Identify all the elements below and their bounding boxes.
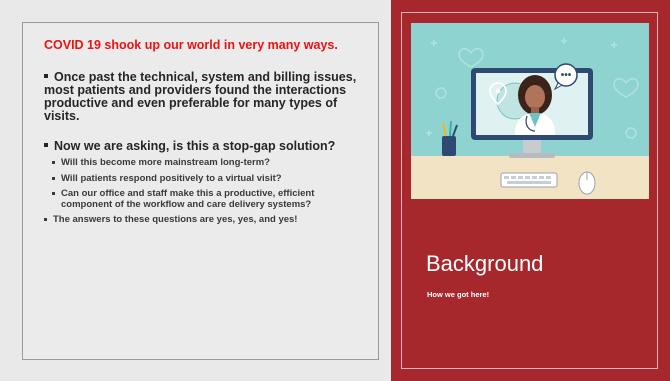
answer-text: The answers to these questions are yes, … <box>53 214 298 225</box>
sub-question-text: Will this become more mainstream long-te… <box>61 157 270 168</box>
section-subtitle: How we got here! <box>427 290 490 299</box>
mouse-icon <box>578 171 596 195</box>
sub-question-item: Will patients respond positively to a vi… <box>52 172 362 185</box>
section-header-panel: ••• Background How we got here! <box>391 0 670 381</box>
monitor-base <box>509 153 555 158</box>
sub-question-item: Can our office and staff make this a pro… <box>52 188 362 210</box>
sub-question-text: Can our office and staff make this a pro… <box>61 188 315 210</box>
slide: COVID 19 shook up our world in very many… <box>0 0 670 381</box>
content-body: COVID 19 shook up our world in very many… <box>44 39 362 226</box>
answer-bullet: The answers to these questions are yes, … <box>44 214 362 226</box>
bullet-marker <box>52 161 55 164</box>
bullet-technical-issues: Once past the technical, system and bill… <box>44 71 362 123</box>
bullet-marker <box>44 142 48 147</box>
sub-question-list: Will this become more mainstream long-te… <box>44 157 362 210</box>
headline: COVID 19 shook up our world in very many… <box>44 38 338 52</box>
bullet-marker <box>44 218 47 221</box>
section-title: Background <box>426 251 544 276</box>
telehealth-illustration-svg: ••• <box>411 23 649 199</box>
content-panel: COVID 19 shook up our world in very many… <box>22 22 379 360</box>
bullet-stop-gap-text: Now we are asking, is this a stop-gap so… <box>54 139 336 153</box>
bullet-marker <box>44 73 48 78</box>
bullet-stop-gap: Now we are asking, is this a stop-gap so… <box>44 140 362 153</box>
svg-text:•••: ••• <box>561 70 572 81</box>
bullet-technical-issues-text: Once past the technical, system and bill… <box>44 70 357 123</box>
telehealth-illustration: ••• <box>411 23 649 199</box>
keyboard-icon <box>500 172 558 188</box>
sub-question-item: Will this become more mainstream long-te… <box>52 157 362 169</box>
bullet-marker <box>52 192 55 195</box>
bullet-marker <box>52 176 55 180</box>
sub-question-text: Will patients respond positively to a vi… <box>61 172 282 184</box>
